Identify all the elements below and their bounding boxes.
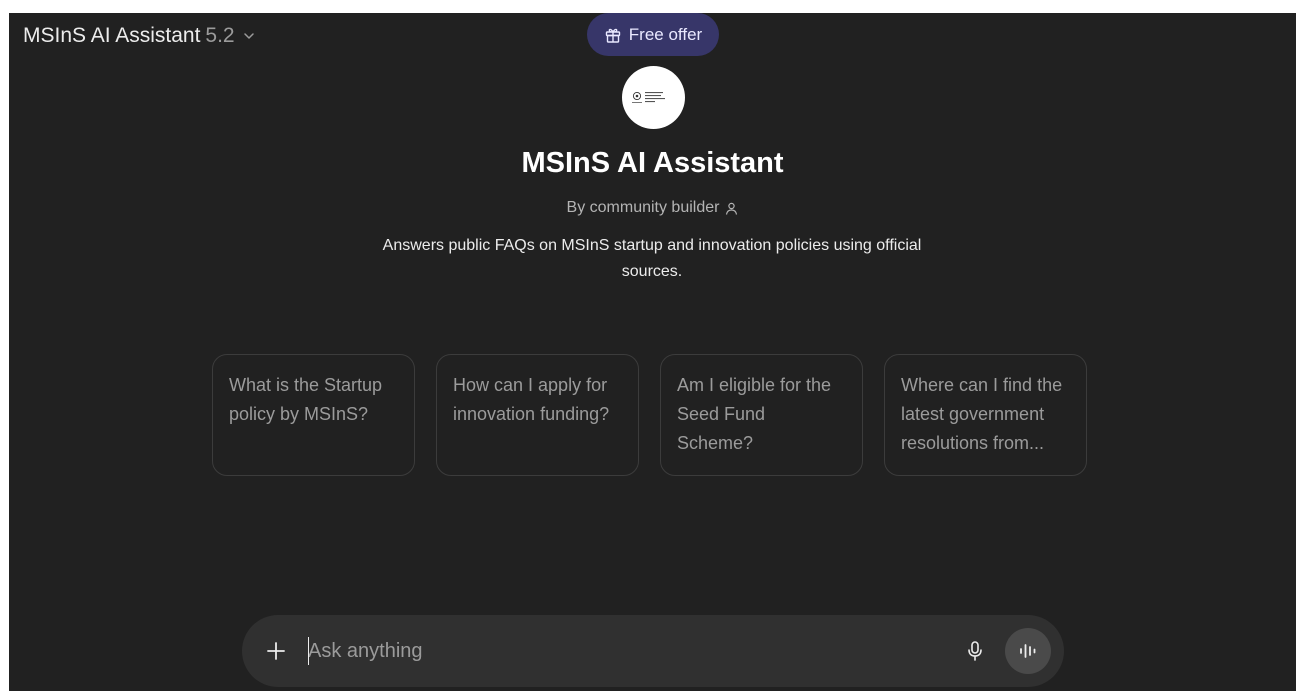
microphone-icon[interactable]	[963, 639, 987, 663]
text-caret	[308, 637, 309, 665]
free-offer-button[interactable]: Free offer	[587, 13, 719, 56]
free-offer-label: Free offer	[628, 24, 703, 44]
assistant-description: Answers public FAQs on MSInS startup and…	[382, 237, 922, 280]
model-name: MSInS AI Assistant	[23, 24, 201, 47]
plus-icon[interactable]	[264, 639, 288, 663]
byline-text: By community builder	[566, 199, 720, 216]
chat-window: MSInS AI Assistant 5.2 Free offer MSInS …	[9, 13, 1296, 691]
model-selector[interactable]: MSInS AI Assistant 5.2	[23, 22, 256, 50]
model-version: 5.2	[205, 24, 235, 47]
waveform-icon	[1020, 644, 1036, 658]
message-composer	[242, 615, 1064, 687]
assistant-logo	[622, 66, 685, 129]
suggestion-card[interactable]: How can I apply for innovation funding?	[436, 354, 639, 476]
suggestion-card[interactable]: Where can I find the latest government r…	[884, 354, 1087, 476]
suggestion-list: What is the Startup policy by MSInS? How…	[212, 354, 1087, 476]
msins-logo-icon	[631, 91, 665, 103]
prompt-input[interactable]	[308, 635, 928, 667]
assistant-title: MSInS AI Assistant	[521, 147, 784, 179]
gift-icon	[605, 28, 620, 43]
voice-mode-button[interactable]	[1005, 628, 1051, 674]
person-icon	[726, 202, 738, 215]
suggestion-card[interactable]: What is the Startup policy by MSInS?	[212, 354, 415, 476]
chevron-down-icon	[243, 33, 254, 39]
suggestion-card[interactable]: Am I eligible for the Seed Fund Scheme?	[660, 354, 863, 476]
byline: By community builder	[9, 199, 1296, 217]
